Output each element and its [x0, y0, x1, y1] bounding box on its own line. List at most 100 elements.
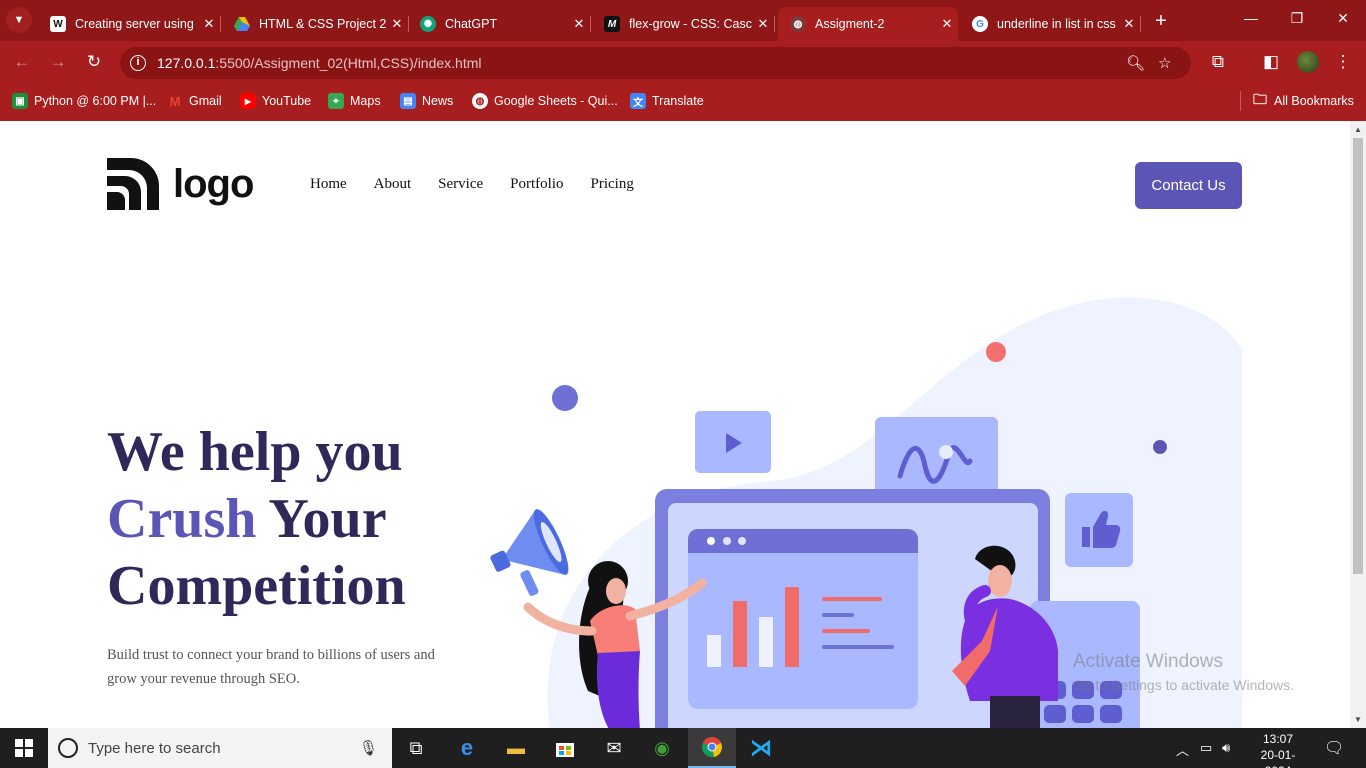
battery-icon[interactable]: ▭: [1200, 740, 1212, 756]
youtube-icon: ▶: [240, 93, 256, 109]
system-clock[interactable]: 13:07 20-01-2024: [1248, 731, 1308, 768]
hero-line-2: Your: [256, 488, 387, 550]
small-purple-dot: [1153, 440, 1167, 454]
tab-assigment-2[interactable]: ◍ Assigment-2 ✕: [778, 7, 958, 41]
nav-about[interactable]: About: [374, 176, 412, 193]
bookmark-star-icon[interactable]: ☆: [1158, 54, 1171, 72]
notification-icon[interactable]: 🗨︎: [1324, 738, 1344, 758]
close-tab-icon[interactable]: ✕: [568, 16, 590, 32]
url-host: 127.0.0.1: [157, 55, 216, 71]
forward-arrow-icon[interactable]: →: [46, 52, 70, 72]
bookmark-google-sheets[interactable]: ◍ Google Sheets - Qui...: [472, 93, 618, 109]
back-arrow-icon[interactable]: ←: [10, 52, 34, 72]
new-tab-button[interactable]: +: [1150, 10, 1172, 33]
translate-icon: 文: [630, 93, 646, 109]
close-tab-icon[interactable]: ✕: [198, 16, 220, 32]
microphone-icon[interactable]: 🎙︎: [359, 739, 378, 757]
bar-mark: [785, 587, 799, 667]
nav-service[interactable]: Service: [438, 176, 483, 193]
start-button[interactable]: [0, 728, 48, 768]
mongodb-compass-icon[interactable]: ◉: [638, 728, 686, 768]
search-icon: [58, 738, 78, 758]
bookmark-label: Python @ 6:00 PM |...: [34, 94, 157, 108]
bookmark-python[interactable]: ▣ Python @ 6:00 PM |...: [12, 93, 156, 109]
tab-underline-css[interactable]: G underline in list in css ✕: [960, 7, 1141, 41]
all-bookmarks-button[interactable]: 🗀 All Bookmarks: [1252, 91, 1354, 109]
scroll-up-arrow-icon[interactable]: ▲: [1350, 125, 1366, 134]
bookmark-maps[interactable]: ⌖ Maps: [328, 93, 381, 109]
extensions-icon[interactable]: ⧉: [1207, 52, 1229, 72]
side-panel-icon[interactable]: ◧: [1260, 52, 1282, 72]
logo-mark-icon: [107, 158, 159, 210]
tab-creating-server[interactable]: W Creating server using ✕: [38, 7, 221, 41]
site-info-icon[interactable]: i: [130, 55, 146, 71]
tab-html-css-project[interactable]: HTML & CSS Project 2 ✕: [222, 7, 409, 41]
hero-line-3: Competition: [107, 555, 406, 617]
nav-portfolio[interactable]: Portfolio: [510, 176, 563, 193]
bar-mark: [733, 601, 747, 667]
hero-line-1: We help you: [107, 421, 403, 483]
vscode-icon[interactable]: ⋊: [737, 728, 785, 768]
reload-icon[interactable]: ↻: [82, 52, 106, 72]
page-scrollbar[interactable]: ▲ ▼: [1350, 121, 1366, 728]
chatgpt-icon: ✺: [420, 16, 436, 32]
store-icon[interactable]: [541, 728, 589, 768]
chevron-up-icon[interactable]: ︿: [1176, 740, 1189, 759]
url-path: :5500/Assigment_02(Html,CSS)/index.html: [215, 55, 482, 71]
bookmark-label: Gmail: [189, 94, 222, 108]
more-menu-icon[interactable]: ⋮: [1332, 52, 1354, 72]
url-text[interactable]: 127.0.0.1:5500/Assigment_02(Html,CSS)/in…: [157, 55, 482, 71]
scroll-down-arrow-icon[interactable]: ▼: [1350, 715, 1366, 724]
edge-icon[interactable]: e: [443, 728, 491, 768]
browser-toolbar: ← → ↻ i 127.0.0.1:5500/Assigment_02(Html…: [0, 41, 1366, 85]
address-bar[interactable]: i 127.0.0.1:5500/Assigment_02(Html,CSS)/…: [120, 47, 1191, 79]
wave-node: [939, 445, 953, 459]
tab-title: ChatGPT: [445, 17, 498, 31]
tab-title: Assigment-2: [815, 17, 885, 31]
restore-button[interactable]: ❐: [1274, 10, 1320, 27]
zoom-icon[interactable]: 🔍︎: [1126, 54, 1145, 72]
activate-windows-subtitle: Go to Settings to activate Windows.: [1073, 677, 1294, 693]
bookmark-label: Google Sheets - Qui...: [494, 94, 618, 108]
hero-accent-word: Crush: [107, 488, 257, 550]
bookmark-label: Translate: [652, 94, 704, 108]
window-dot: [738, 537, 746, 545]
nav-home[interactable]: Home: [310, 176, 347, 193]
close-tab-icon[interactable]: ✕: [386, 16, 408, 32]
bar-mark: [759, 617, 773, 667]
volume-icon[interactable]: 🔊︎: [1222, 740, 1230, 756]
close-tab-icon[interactable]: ✕: [936, 16, 958, 32]
minimize-button[interactable]: —: [1228, 10, 1274, 26]
bookmark-news[interactable]: ▤ News: [400, 93, 453, 109]
tab-search-button[interactable]: ▼: [6, 7, 32, 33]
window-dot: [707, 537, 715, 545]
contact-us-button[interactable]: Contact Us: [1135, 162, 1242, 209]
page-viewport: logo Home About Service Portfolio Pricin…: [0, 121, 1350, 728]
globe-icon: ◍: [472, 93, 488, 109]
gmail-icon: M: [169, 93, 181, 109]
bookmark-translate[interactable]: 文 Translate: [630, 93, 704, 109]
tab-flex-grow[interactable]: M flex-grow - CSS: Casc ✕: [592, 7, 775, 41]
bookmark-gmail[interactable]: M Gmail: [167, 93, 222, 109]
file-explorer-icon[interactable]: ▬: [492, 728, 540, 768]
task-view-icon[interactable]: ⧉: [392, 728, 440, 768]
bookmark-youtube[interactable]: ▶ YouTube: [240, 93, 311, 109]
taskbar-search[interactable]: Type here to search 🎙︎: [48, 728, 392, 768]
legend-line: [822, 597, 882, 601]
tab-title: Creating server using: [75, 17, 194, 31]
nav-pricing[interactable]: Pricing: [591, 176, 634, 193]
logo-text: logo: [173, 161, 254, 206]
scrollbar-thumb[interactable]: [1353, 138, 1363, 574]
mail-icon[interactable]: ✉: [590, 728, 638, 768]
close-window-button[interactable]: ✕: [1320, 10, 1366, 27]
close-tab-icon[interactable]: ✕: [752, 16, 774, 32]
bookmark-label: All Bookmarks: [1274, 94, 1354, 108]
chrome-icon[interactable]: [688, 728, 736, 768]
profile-avatar[interactable]: [1297, 51, 1319, 73]
site-logo[interactable]: logo: [107, 158, 254, 210]
window-dot: [723, 537, 731, 545]
tab-chatgpt[interactable]: ✺ ChatGPT ✕: [408, 7, 591, 41]
close-tab-icon[interactable]: ✕: [1118, 16, 1140, 32]
purple-dot: [552, 385, 578, 411]
news-icon: ▤: [400, 93, 416, 109]
